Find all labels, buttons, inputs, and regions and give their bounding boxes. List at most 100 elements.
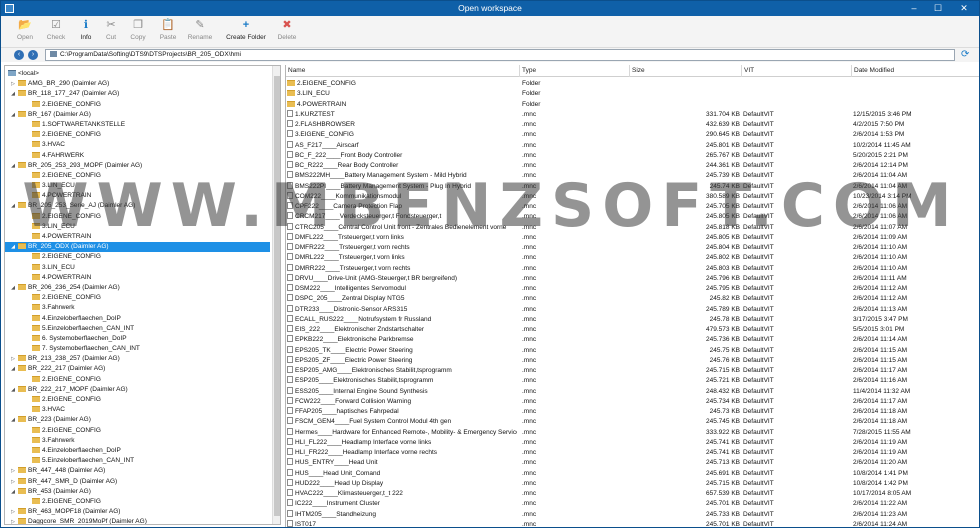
file-row[interactable]: 4.POWERTRAIN Folder (286, 100, 979, 110)
collapse-arrow-icon[interactable]: ◢ (9, 487, 17, 497)
tree-item[interactable]: 2.EIGENE_CONFIG (5, 252, 270, 262)
tree-item[interactable]: 4.POWERTRAIN (5, 191, 270, 201)
tree-item[interactable]: ◢ BR_205_ODX (Daimler AG) (5, 242, 270, 253)
tree-item[interactable]: 2.EIGENE_CONFIG (5, 395, 270, 405)
tree-item[interactable]: 3.LIN_ECU (5, 263, 270, 273)
collapse-arrow-icon[interactable]: ◢ (9, 415, 17, 425)
tree-item[interactable]: 4.Einzeloberflaechen_DoIP (5, 314, 270, 324)
file-row[interactable]: DSM222____Intelligentes Servomodul .mnc 24… (286, 284, 979, 294)
file-row[interactable]: HLI_FL222____Headlamp Interface vorne li… (286, 437, 979, 448)
file-row[interactable]: DRVU____Drive-Unit (AMG-Steuerger,t BR b… (286, 273, 979, 284)
path-field[interactable]: C:\ProgramData\Softing\DTS9\DTSProjects\… (45, 49, 955, 61)
file-row[interactable]: DMRR222____Trsteuerger,t vorn rechts .mnc… (286, 263, 979, 274)
expand-arrow-icon[interactable]: ▷ (9, 517, 17, 524)
file-row[interactable]: EPS205_TK____Electric Power Steering .mnc… (286, 345, 979, 356)
tree-item[interactable]: 3.HVAC (5, 140, 270, 150)
create-folder-button[interactable]: + Create Folder (225, 18, 267, 46)
tree-item[interactable]: 3.Fahrwerk (5, 303, 270, 313)
tree-item[interactable]: 2.EIGENE_CONFIG (5, 426, 270, 436)
tree-item[interactable]: 2.EIGENE_CONFIG (5, 171, 270, 181)
tree-item[interactable]: ▷ Daggcore_SMR_2019MoPf (Daimler AG) (5, 517, 270, 524)
tree-item[interactable]: ▷ BR_463_MOPF18 (Daimler AG) (5, 507, 270, 517)
tree-item[interactable]: ◢ BR_223 (Daimler AG) (5, 415, 270, 425)
column-header-date-modified[interactable]: Date Modified (852, 65, 979, 77)
file-row[interactable]: ESP205____Elektronisches Stabilit,tsprog… (286, 376, 979, 386)
file-row[interactable]: Hermes____Hardware for Enhanced Remote-,… (286, 427, 979, 438)
collapse-arrow-icon[interactable]: ◢ (9, 201, 17, 211)
tree-item[interactable]: ◢ BR_205_253_Serie_AJ (Daimler AG) (5, 201, 270, 211)
expand-arrow-icon[interactable]: ▷ (9, 79, 17, 89)
rename-button[interactable]: ✎ Rename (180, 18, 220, 46)
tree-item[interactable]: 6. Systemoberflaechen_DoIP (5, 334, 270, 344)
file-row[interactable]: CRCM217____Verdecksteuerger,t Fondsteuer… (286, 212, 979, 222)
file-row[interactable]: IST017____ .mnc 245.701 KB DefaultVIT 2/6/20… (286, 519, 979, 527)
file-row[interactable]: ECALL_RUS222____Notrufsystem fr Russland… (286, 314, 979, 325)
tree-item[interactable]: 3.HVAC (5, 405, 270, 415)
file-row[interactable]: 2.FLASHBROWSER .mnc 432.639 KB DefaultVIT 4/… (286, 120, 979, 130)
tree-item[interactable]: ◢ BR_118_177_247 (Daimler AG) (5, 89, 270, 99)
file-row[interactable]: HLI_FR222____Headlamp Interface vorne re… (286, 448, 979, 458)
delete-button[interactable]: ✖ Delete (267, 18, 307, 46)
file-row[interactable]: DTR233____Distronic-Sensor ARS315 .mnc 245… (286, 304, 979, 315)
tree-item[interactable]: 5.Einzeloberflaechen_CAN_INT (5, 456, 270, 466)
tree-item[interactable]: 2.EIGENE_CONFIG (5, 293, 270, 303)
tree-item[interactable]: ◢ BR_167 (Daimler AG) (5, 110, 270, 120)
file-row[interactable]: BMS222PI____Battery Management System - … (286, 181, 979, 192)
expand-arrow-icon[interactable]: ▷ (9, 466, 17, 476)
file-row[interactable]: BMS222MH____Battery Management System - … (286, 171, 979, 181)
tree-item[interactable]: 3.LIN_ECU (5, 222, 270, 232)
tree-item[interactable]: 2.EIGENE_CONFIG (5, 497, 270, 507)
tree-item[interactable]: ◢ BR_453 (Daimler AG) (5, 487, 270, 497)
expand-arrow-icon[interactable]: ▷ (9, 354, 17, 364)
file-row[interactable]: DMFR222____Trsteuerger,t vorn rechts .mnc… (286, 243, 979, 253)
tree-item[interactable]: 4.FAHRWERK (5, 151, 270, 161)
file-row[interactable]: IHTM205____Standheizung .mnc 245.733 KB Def… (286, 509, 979, 520)
file-row[interactable]: EPS205_ZF____Electric Power Steering .mnc… (286, 355, 979, 366)
file-row[interactable]: HVAC222____Klimasteuerger,t_t 222 .mnc 657… (286, 489, 979, 499)
file-row[interactable]: AS_F217____Airscarf .mnc 245.801 KB Default… (286, 140, 979, 151)
tree-item[interactable]: 2.EIGENE_CONFIG (5, 375, 270, 385)
tree-item[interactable]: 2.EIGENE_CONFIG (5, 212, 270, 222)
minimize-button[interactable]: – (905, 2, 923, 15)
file-row[interactable]: BC_F_222____Front Body Controller .mnc 265… (286, 150, 979, 161)
file-row[interactable]: ESP205_AMG____Elektronisches Stabilit,ts… (286, 366, 979, 376)
tree-item[interactable]: 1.SOFTWARETANKSTELLE (5, 120, 270, 130)
column-header-name[interactable]: Name (286, 65, 520, 77)
tree-item[interactable]: 2.EIGENE_CONFIG (5, 100, 270, 110)
tree-item[interactable]: 4.POWERTRAIN (5, 232, 270, 242)
file-row[interactable]: HUD222____Head Up Display .mnc 245.715 KB D… (286, 478, 979, 489)
file-row[interactable]: FCW222____Forward Collision Warning .mnc 2… (286, 396, 979, 407)
file-row[interactable]: HUS____Head Unit_Comand .mnc 245.691 KB Def… (286, 468, 979, 479)
expand-arrow-icon[interactable]: ▷ (9, 477, 17, 487)
file-row[interactable]: 3.LIN_ECU Folder (286, 89, 979, 99)
file-row[interactable]: FSCM_GEN4____Fuel System Control Modul 4… (286, 417, 979, 427)
collapse-arrow-icon[interactable]: ◢ (9, 242, 17, 252)
file-row[interactable]: DSPC_205____Zentral Display NTG5 .mnc 245.… (286, 294, 979, 304)
tree-item[interactable]: 4.Einzeloberflaechen_DoIP (5, 446, 270, 456)
file-row[interactable]: DMFL222____Trsteuerger,t vorn links .mnc 2… (286, 232, 979, 243)
collapse-arrow-icon[interactable]: ◢ (9, 110, 17, 120)
tree-item[interactable]: ◢ BR_222_217_MOPF (Daimler AG) (5, 385, 270, 395)
tree-item[interactable]: 3.LIN_ECU (5, 181, 270, 191)
tree-item[interactable]: <local> (5, 69, 270, 79)
tree-item[interactable]: 4.POWERTRAIN (5, 273, 270, 283)
collapse-arrow-icon[interactable]: ◢ (9, 89, 17, 99)
expand-arrow-icon[interactable]: ▷ (9, 507, 17, 517)
file-row[interactable]: 3.EIGENE_CONFIG .mnc 290.645 KB DefaultVIT 2… (286, 130, 979, 140)
close-button[interactable]: ✕ (955, 2, 973, 15)
file-row[interactable]: 2.EIGENE_CONFIG Folder (286, 79, 979, 89)
tree-item[interactable]: ▷ AMG_BR_290 (Daimler AG) (5, 79, 270, 89)
file-row[interactable]: 1.KURZTEST .mnc 331.704 KB DefaultVIT 12/15/… (286, 109, 979, 120)
tree-scrollbar[interactable] (272, 66, 280, 524)
tree-item[interactable]: ▷ BR_213_238_257 (Daimler AG) (5, 354, 270, 364)
file-row[interactable]: CPF222____Camera Protection Flap .mnc 245.… (286, 202, 979, 212)
tree-item[interactable]: 2.EIGENE_CONFIG (5, 130, 270, 140)
tree-item[interactable]: ◢ BR_222_217 (Daimler AG) (5, 364, 270, 374)
file-row[interactable]: DMRL222____Trsteuerger,t vorn links .mnc 2… (286, 253, 979, 263)
tree-item[interactable]: 7. Systemoberflaechen_CAN_INT (5, 344, 270, 354)
file-row[interactable]: HUS_ENTRY____Head Unit .mnc 245.713 KB Defa… (286, 458, 979, 468)
collapse-arrow-icon[interactable]: ◢ (9, 161, 17, 171)
tree-item[interactable]: 5.Einzeloberflaechen_CAN_INT (5, 324, 270, 334)
file-row[interactable]: COM222____Kommunikationsmodul .mnc 380.589… (286, 191, 979, 202)
collapse-arrow-icon[interactable]: ◢ (9, 283, 17, 293)
